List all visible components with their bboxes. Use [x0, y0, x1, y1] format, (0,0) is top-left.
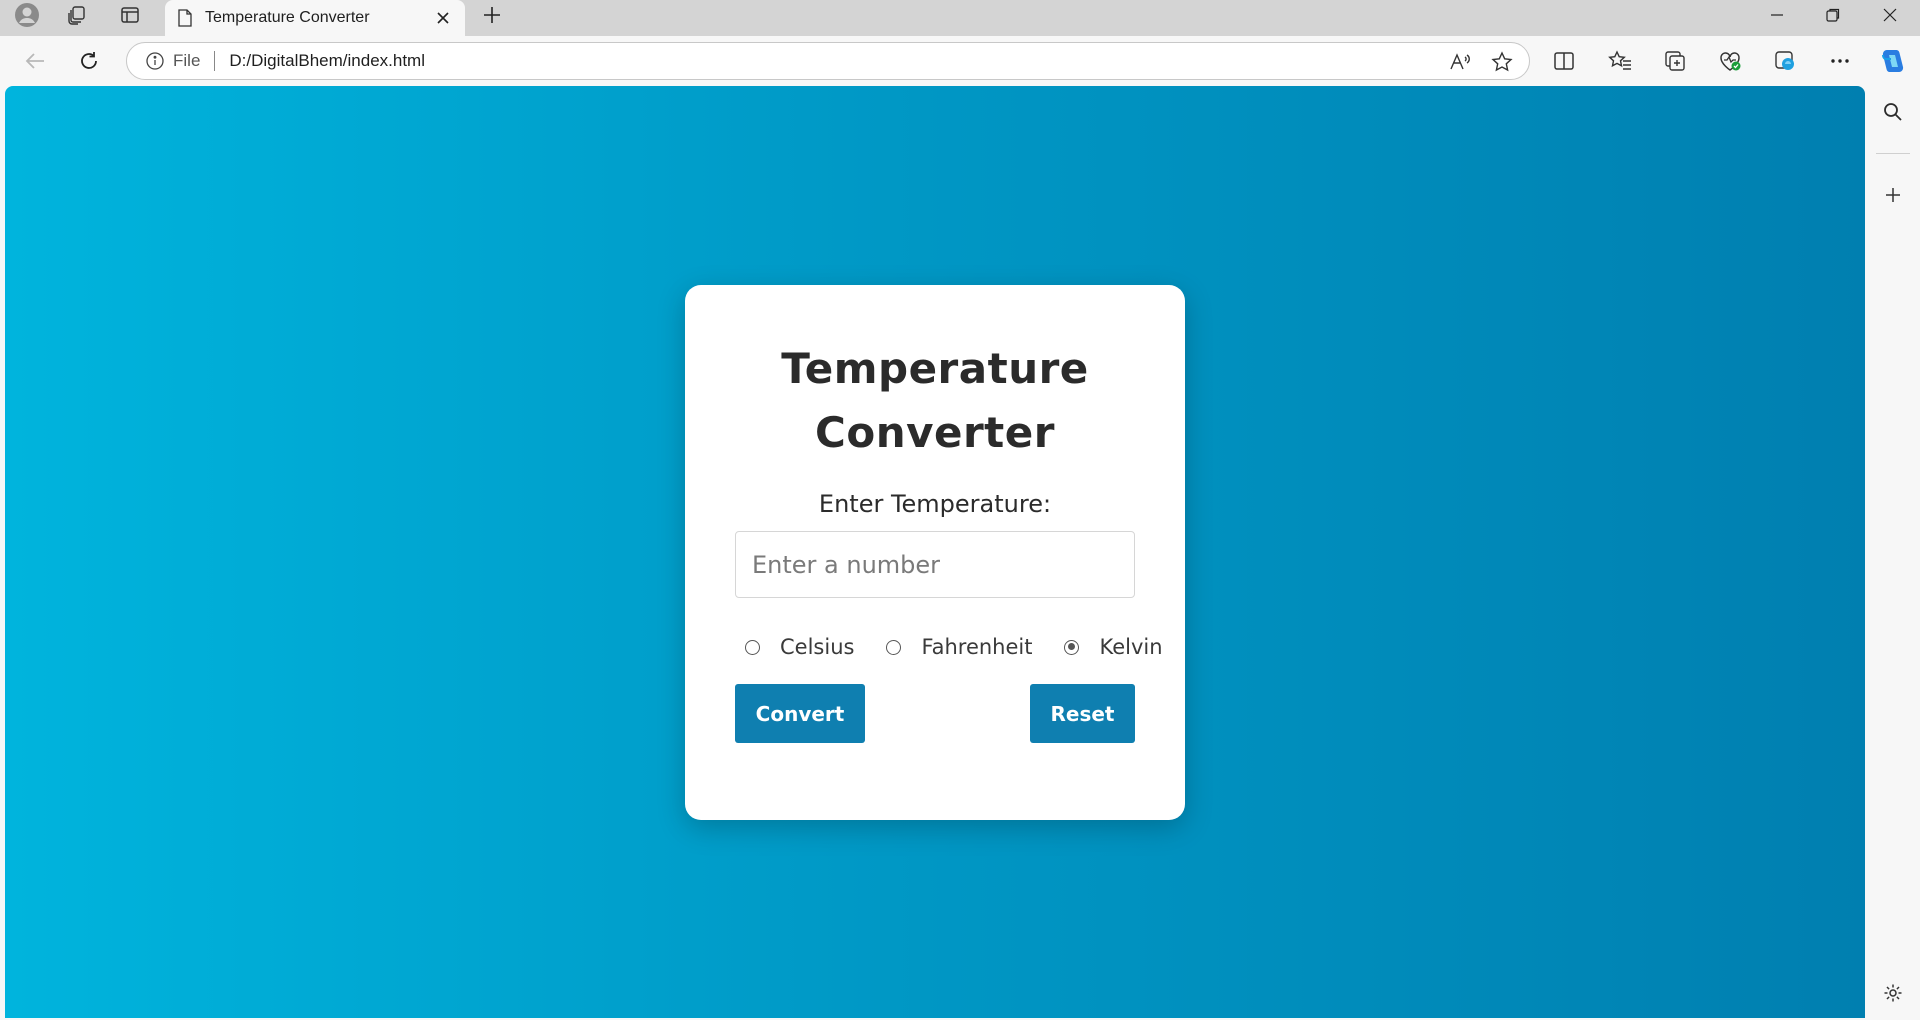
address-separator: [214, 51, 216, 71]
add-icon[interactable]: [1876, 178, 1910, 212]
unit-label-fahrenheit: Fahrenheit: [921, 635, 1033, 659]
unit-radio-group: Celsius Fahrenheit Kelvin: [735, 627, 1163, 667]
address-bar-actions: [1445, 47, 1517, 77]
read-aloud-icon[interactable]: [1445, 47, 1475, 77]
edge-sidebar: [1866, 86, 1920, 1020]
collections-icon[interactable]: [1658, 44, 1692, 78]
page-viewport: Temperature Converter Enter Temperature:…: [5, 86, 1865, 1018]
convert-button[interactable]: Convert: [735, 684, 865, 743]
page-icon: [175, 8, 195, 28]
radio-fahrenheit[interactable]: [886, 639, 902, 655]
temperature-input[interactable]: [735, 531, 1135, 598]
url-text[interactable]: D:/DigitalBhem/index.html: [229, 51, 425, 71]
address-bar[interactable]: File D:/DigitalBhem/index.html: [126, 42, 1530, 80]
more-icon[interactable]: [1823, 44, 1857, 78]
temperature-label: Enter Temperature:: [818, 490, 1052, 518]
tab-strip: Temperature Converter: [0, 0, 1920, 36]
search-icon[interactable]: [1876, 95, 1910, 129]
converter-card: Temperature Converter Enter Temperature:…: [685, 285, 1185, 820]
browser-toolbar: File D:/DigitalBhem/index.html: [0, 36, 1920, 85]
close-window-icon[interactable]: [1862, 0, 1918, 30]
refresh-icon[interactable]: [72, 44, 106, 78]
back-icon[interactable]: [18, 44, 52, 78]
favorites-icon[interactable]: [1603, 44, 1637, 78]
page-title: Temperature Converter: [781, 344, 1089, 457]
favorite-star-icon[interactable]: [1487, 47, 1517, 77]
unit-label-kelvin: Kelvin: [1099, 635, 1163, 659]
close-icon[interactable]: [429, 4, 457, 32]
tab-temperature-converter[interactable]: Temperature Converter: [165, 0, 465, 36]
split-screen-icon[interactable]: [1547, 44, 1581, 78]
settings-icon[interactable]: [1876, 976, 1910, 1010]
edge-drop-icon[interactable]: [1768, 44, 1802, 78]
minimize-icon[interactable]: [1749, 0, 1805, 30]
sidebar-divider: [1876, 153, 1910, 154]
copilot-icon[interactable]: [1876, 44, 1910, 78]
workspaces-icon[interactable]: [56, 0, 98, 30]
new-tab-icon[interactable]: [474, 0, 510, 30]
reset-button[interactable]: Reset: [1030, 684, 1135, 743]
unit-option-celsius[interactable]: Celsius: [735, 635, 854, 659]
restore-icon[interactable]: [1805, 0, 1861, 30]
info-icon[interactable]: [145, 51, 165, 71]
tab-actions-icon[interactable]: [109, 0, 151, 30]
unit-option-fahrenheit[interactable]: Fahrenheit: [876, 635, 1032, 659]
profile-icon[interactable]: [6, 0, 48, 30]
unit-option-kelvin[interactable]: Kelvin: [1054, 635, 1163, 659]
browser-essentials-icon[interactable]: [1713, 44, 1747, 78]
radio-celsius[interactable]: [745, 639, 760, 655]
radio-kelvin[interactable]: [1064, 639, 1080, 655]
unit-label-celsius: Celsius: [780, 635, 855, 659]
tab-title: Temperature Converter: [205, 9, 370, 26]
url-scheme: File: [173, 51, 201, 70]
